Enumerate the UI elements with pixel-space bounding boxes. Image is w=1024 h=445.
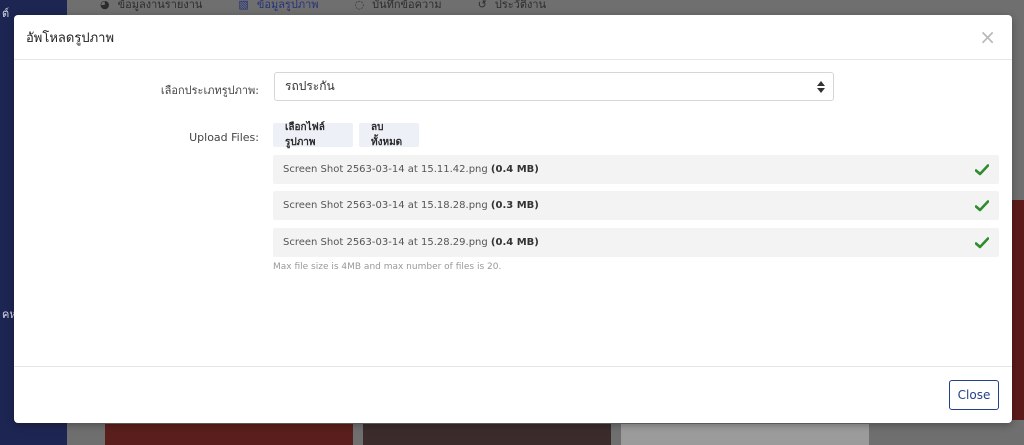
tab-messages[interactable]: ◌ บันทึกข้อความ	[355, 0, 442, 15]
modal-footer: Close	[14, 366, 1012, 424]
photo-thumbnail	[363, 424, 611, 445]
file-text: Screen Shot 2563-03-14 at 15.28.29.png (…	[283, 237, 539, 248]
file-item: Screen Shot 2563-03-14 at 15.11.42.png (…	[273, 155, 999, 184]
palette-icon: ◕	[100, 0, 110, 11]
file-text: Screen Shot 2563-03-14 at 15.11.42.png (…	[283, 164, 539, 175]
tab-label: ข้อมูลรูปภาพ	[256, 0, 319, 11]
upload-modal: อัพโหลดรูปภาพ × เลือกประเภทรูปภาพ: รถประ…	[14, 15, 1012, 423]
image-type-label: เลือกประเภทรูปภาพ:	[160, 84, 259, 97]
file-size: (0.4 MB)	[490, 237, 539, 248]
tab-history[interactable]: ↺ ประวัติงาน	[478, 0, 546, 15]
chat-icon: ◌	[354, 0, 365, 11]
background-photo-edge	[1012, 200, 1024, 420]
check-icon	[975, 199, 989, 211]
modal-header: อัพโหลดรูปภาพ ×	[14, 15, 1012, 60]
choose-files-button[interactable]: เลือกไฟล์รูปภาพ	[273, 122, 353, 148]
image-type-value: รถประกัน	[285, 79, 335, 93]
background-photos	[105, 424, 869, 445]
history-icon: ↺	[477, 0, 487, 11]
clear-all-button[interactable]: ลบทั้งหมด	[359, 122, 419, 148]
modal-title: อัพโหลดรูปภาพ	[26, 30, 115, 46]
file-size: (0.4 MB)	[490, 164, 539, 175]
close-icon[interactable]: ×	[979, 27, 996, 47]
tab-label: บันทึกข้อความ	[372, 0, 442, 11]
file-size: (0.3 MB)	[490, 200, 539, 211]
image-type-select[interactable]: รถประกัน	[274, 72, 834, 101]
sidebar-text-top: ต์	[2, 7, 10, 20]
upload-files-label: Upload Files:	[189, 131, 259, 144]
tab-image-info[interactable]: ▧ ข้อมูลรูปภาพ	[238, 0, 318, 15]
file-name: Screen Shot 2563-03-14 at 15.18.28.png	[283, 200, 488, 211]
tab-label: ข้อมูลงานรายงาน	[117, 0, 203, 11]
file-limit-hint: Max file size is 4MB and max number of f…	[273, 262, 502, 272]
file-item: Screen Shot 2563-03-14 at 15.18.28.png (…	[273, 191, 999, 220]
file-name: Screen Shot 2563-03-14 at 15.28.29.png	[283, 237, 488, 248]
file-item: Screen Shot 2563-03-14 at 15.28.29.png (…	[273, 228, 999, 257]
tab-report-info[interactable]: ◕ ข้อมูลงานรายงาน	[100, 0, 202, 15]
photo-thumbnail	[621, 424, 869, 445]
close-button[interactable]: Close	[949, 380, 999, 410]
check-icon	[975, 236, 989, 248]
file-name: Screen Shot 2563-03-14 at 15.11.42.png	[283, 164, 488, 175]
background-tabs: ◕ ข้อมูลงานรายงาน ▧ ข้อมูลรูปภาพ ◌ บันทึ…	[100, 0, 546, 15]
tab-label: ประวัติงาน	[494, 0, 547, 11]
check-icon	[975, 163, 989, 175]
select-arrows-icon	[817, 81, 825, 93]
photo-thumbnail	[105, 424, 353, 445]
file-text: Screen Shot 2563-03-14 at 15.18.28.png (…	[283, 200, 539, 211]
image-icon: ▧	[238, 0, 249, 11]
